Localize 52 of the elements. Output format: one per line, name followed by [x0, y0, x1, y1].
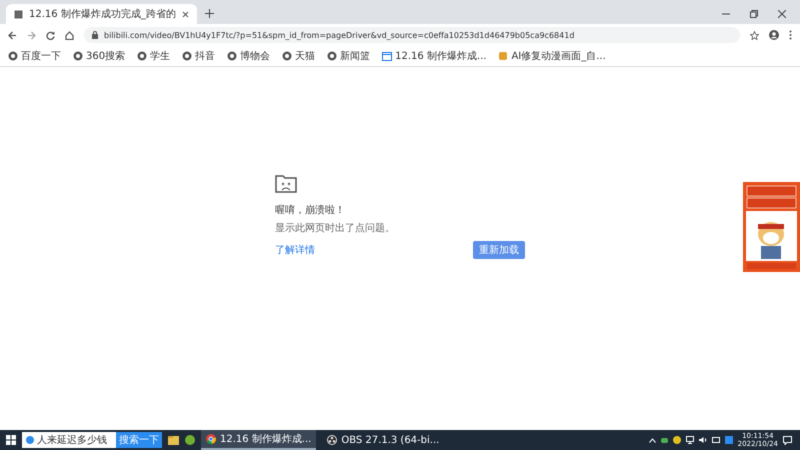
globe-icon — [227, 51, 238, 61]
app-icon — [498, 51, 508, 61]
globe-icon — [73, 51, 83, 61]
folder-icon[interactable] — [168, 436, 179, 444]
globe-icon — [137, 51, 148, 61]
account-icon[interactable] — [769, 30, 779, 40]
close-icon[interactable] — [778, 10, 786, 18]
bookmark[interactable]: 学生 — [137, 49, 170, 63]
app-icon[interactable] — [185, 435, 195, 445]
chevron-up-icon[interactable] — [648, 438, 656, 442]
calendar-icon — [382, 51, 392, 61]
back-icon[interactable] — [8, 30, 17, 40]
star-icon[interactable] — [750, 30, 759, 40]
menu-icon[interactable] — [789, 30, 792, 40]
home-icon[interactable] — [65, 30, 74, 40]
close-icon[interactable] — [182, 10, 189, 18]
globe-icon — [182, 51, 192, 61]
learn-more-link[interactable]: 了解详情 — [275, 243, 315, 257]
restore-icon[interactable] — [750, 10, 758, 18]
volume-icon[interactable] — [698, 436, 707, 444]
address-bar[interactable]: bilibili.com/video/BV1hU4y1F7tc/?p=51&spm_id_from=pageDriver&vd_source=c0effa10253d1d46479b05ca9c6841d — [84, 27, 740, 43]
reload-icon[interactable] — [46, 30, 55, 40]
network-icon[interactable] — [686, 436, 694, 444]
globe-icon — [327, 51, 338, 61]
bookmark[interactable]: 抖音 — [182, 49, 216, 63]
error-title: 喔唷，崩溃啦！ — [275, 204, 345, 217]
bookmark[interactable]: 360搜索 — [73, 49, 126, 63]
page-icon — [14, 10, 23, 18]
taskbar-app[interactable]: OBS 27.1.3 (64-bi... — [322, 430, 444, 450]
search-field[interactable]: 人来延迟多少钱 — [22, 432, 116, 448]
sad-folder-icon — [275, 175, 297, 193]
browser-tab[interactable]: 12.16 制作爆炸成功完成_跨省的 — [6, 4, 197, 24]
browser-icon — [26, 436, 34, 444]
new-tab-icon[interactable] — [204, 9, 214, 18]
globe-icon — [282, 51, 292, 61]
bookmark[interactable]: AI修复动漫画面_自... — [498, 49, 606, 63]
bookmark[interactable]: 天猫 — [282, 49, 316, 63]
bookmark[interactable]: 百度一下 — [8, 49, 61, 63]
taskbar-app[interactable]: 12.16 制作爆炸成... — [201, 430, 316, 450]
chrome-icon — [206, 434, 216, 444]
bookmark[interactable]: 博物会 — [227, 49, 270, 63]
windows-icon[interactable] — [6, 435, 16, 445]
lock-icon — [92, 31, 98, 39]
tab-title: 12.16 制作爆炸成功完成_跨省的 — [29, 8, 176, 21]
notification-icon[interactable] — [783, 436, 792, 444]
obs-icon — [327, 435, 338, 445]
tray-app-icon[interactable] — [724, 436, 733, 444]
error-message: 显示此网页时出了点问题。 — [275, 222, 395, 235]
globe-icon — [8, 51, 18, 61]
bookmark[interactable]: 12.16 制作爆炸成... — [382, 49, 486, 63]
bookmark[interactable]: 新闻篮 — [327, 49, 370, 63]
url-text: bilibili.com/video/BV1hU4y1F7tc/?p=51&spm_id_from=pageDriver&vd_source=c0effa10253d1d46479b05ca9c6841d — [104, 30, 574, 40]
